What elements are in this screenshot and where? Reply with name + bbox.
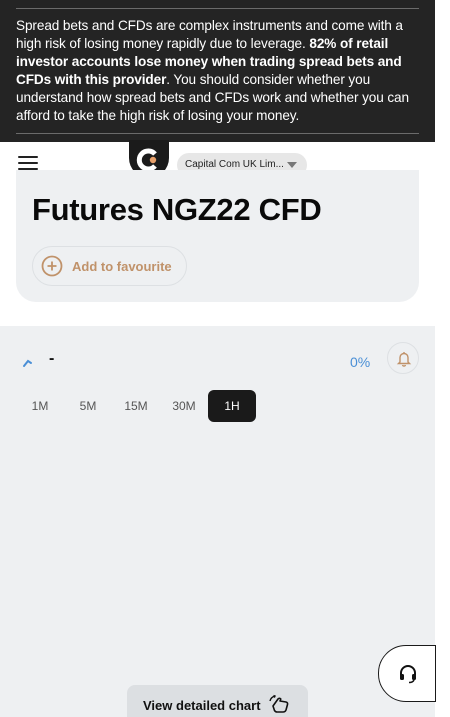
add-to-favourite-label: Add to favourite xyxy=(72,259,172,274)
headset-icon xyxy=(400,665,416,684)
page-title: Futures NGZ22 CFD xyxy=(32,192,322,227)
trend-up-icon xyxy=(23,359,32,367)
timeframe-30m[interactable]: 30M xyxy=(160,390,208,422)
chart-panel: - 0% 1M 5M 15M 30M 1H View detailed char… xyxy=(0,326,435,717)
divider xyxy=(16,8,419,9)
timeframe-1h[interactable]: 1H xyxy=(208,390,256,422)
view-detailed-chart-button[interactable]: View detailed chart xyxy=(127,685,308,717)
divider xyxy=(16,133,419,134)
timeframe-1m[interactable]: 1M xyxy=(16,390,64,422)
timeframe-5m[interactable]: 5M xyxy=(64,390,112,422)
support-chat-button[interactable] xyxy=(378,645,436,702)
risk-warning-text: Spread bets and CFDs are complex instrum… xyxy=(16,18,409,123)
chevron-down-icon xyxy=(287,162,297,168)
timeframe-15m[interactable]: 15M xyxy=(112,390,160,422)
view-detailed-chart-label: View detailed chart xyxy=(143,698,261,713)
plus-circle-icon xyxy=(41,255,63,277)
risk-warning-banner: Spread bets and CFDs are complex instrum… xyxy=(0,0,435,142)
instrument-card: Futures NGZ22 CFD Add to favourite xyxy=(16,170,419,302)
add-to-favourite-button[interactable]: Add to favourite xyxy=(32,246,187,286)
hamburger-icon[interactable] xyxy=(18,156,38,170)
bell-icon xyxy=(396,352,412,367)
price-change: 0% xyxy=(350,354,371,370)
hand-swipe-icon xyxy=(269,694,289,713)
price-value: - xyxy=(49,350,55,367)
entity-selector-label: Capital Com UK Lim... xyxy=(185,159,284,170)
price-alert-button[interactable] xyxy=(387,342,419,374)
